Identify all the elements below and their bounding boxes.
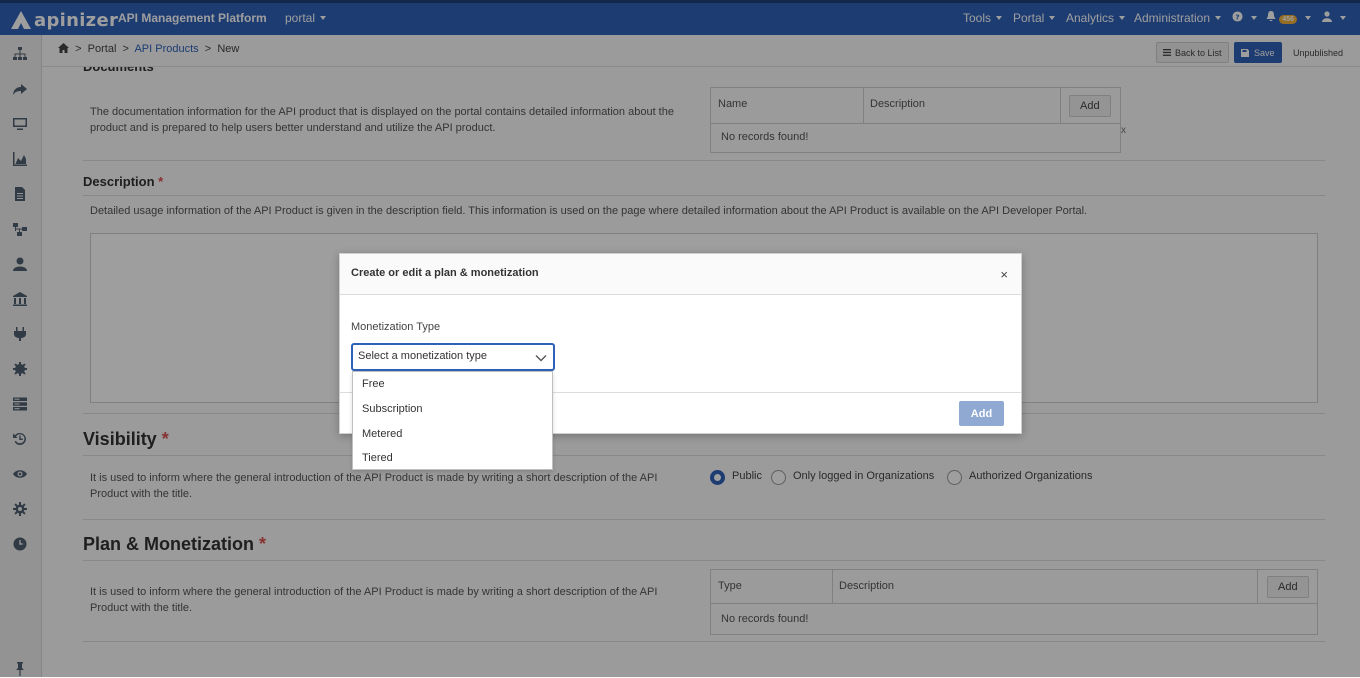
- option-free[interactable]: Free: [362, 378, 385, 390]
- monetization-type-select[interactable]: Select a monetization type: [351, 343, 555, 371]
- option-subscription[interactable]: Subscription: [362, 403, 423, 415]
- option-metered[interactable]: Metered: [362, 428, 402, 440]
- monetization-type-label: Monetization Type: [351, 321, 441, 333]
- modal-add-button[interactable]: Add: [959, 401, 1004, 426]
- remove-icon[interactable]: x: [1121, 125, 1126, 136]
- chevron-down-icon: [535, 355, 547, 362]
- close-icon[interactable]: ×: [1000, 267, 1008, 282]
- monetization-type-options: Free Subscription Metered Tiered: [352, 371, 553, 470]
- select-placeholder: Select a monetization type: [358, 350, 488, 362]
- modal-header: Create or edit a plan & monetization ×: [340, 254, 1021, 295]
- option-tiered[interactable]: Tiered: [362, 452, 393, 464]
- modal-title: Create or edit a plan & monetization: [351, 267, 539, 279]
